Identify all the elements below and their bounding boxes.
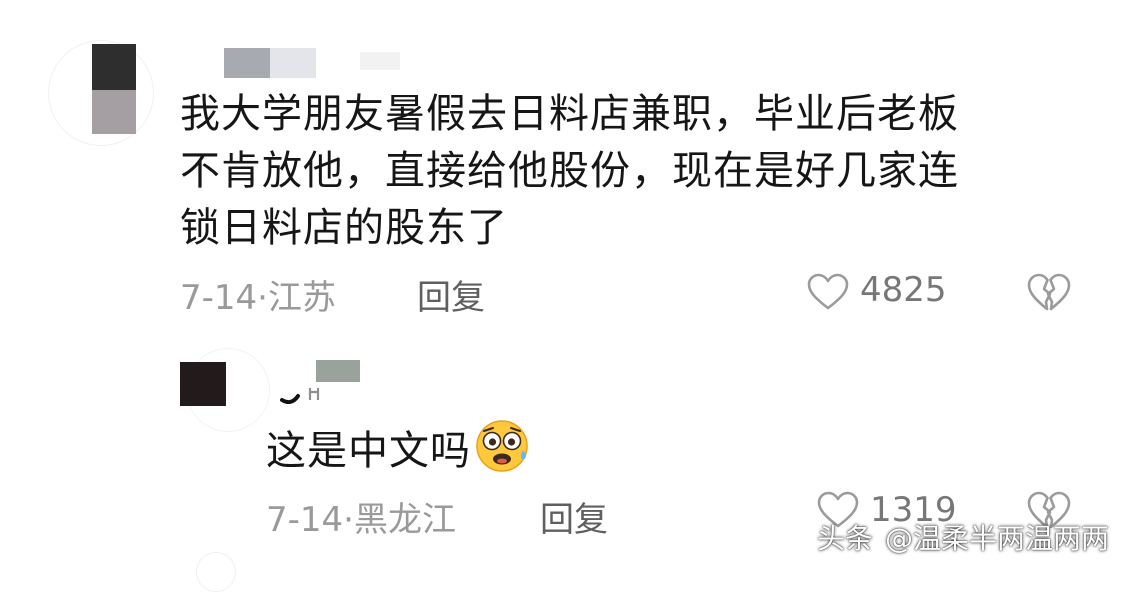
comment-body-line: 不肯放他，直接给他股份，现在是好几家连 [180, 148, 959, 194]
broken-heart-icon[interactable] [1026, 272, 1072, 314]
reply-button[interactable]: 回复 [417, 270, 485, 319]
watermark-platform: 头条 [816, 522, 873, 555]
comment-body: 这是中文吗 [266, 416, 531, 479]
username-mosaic [270, 48, 316, 78]
avatar-mosaic-block [180, 362, 226, 406]
username-mosaic [280, 388, 320, 404]
comment-body-line: 我大学朋友暑假去日料店兼职，毕业后老板 [180, 91, 959, 137]
comment-body-line: 锁日料店的股东了 [180, 205, 508, 251]
comment-body: 我大学朋友暑假去日料店兼职，毕业后老板 不肯放他，直接给他股份，现在是好几家连 … [180, 86, 1080, 257]
meta-separator: · [257, 278, 268, 318]
heart-outline-icon[interactable] [806, 272, 850, 312]
comment-location: 江苏 [267, 278, 336, 318]
reply-button[interactable]: 回复 [540, 492, 608, 541]
comment-meta: 7-14·江苏 [180, 270, 336, 319]
like-count: 4825 [860, 270, 947, 310]
username-mosaic [360, 52, 400, 70]
comment-date: 7-14 [266, 500, 344, 540]
watermark: 头条 @温柔半两温两两 [817, 517, 1109, 557]
meta-separator: · [343, 500, 354, 540]
comment-meta: 7-14·黑龙江 [266, 492, 456, 541]
flushed-face-emoji [476, 420, 528, 472]
comment-body-text: 这是中文吗 [266, 428, 471, 474]
watermark-author: @温柔半两温两两 [884, 522, 1109, 555]
comment-date: 7-14 [180, 278, 258, 318]
avatar-mosaic-block [92, 44, 136, 90]
avatar-mosaic-block [92, 90, 136, 134]
comment-location: 黑龙江 [353, 500, 456, 540]
username-mosaic[interactable] [224, 48, 270, 78]
next-avatar-partial [196, 552, 236, 592]
